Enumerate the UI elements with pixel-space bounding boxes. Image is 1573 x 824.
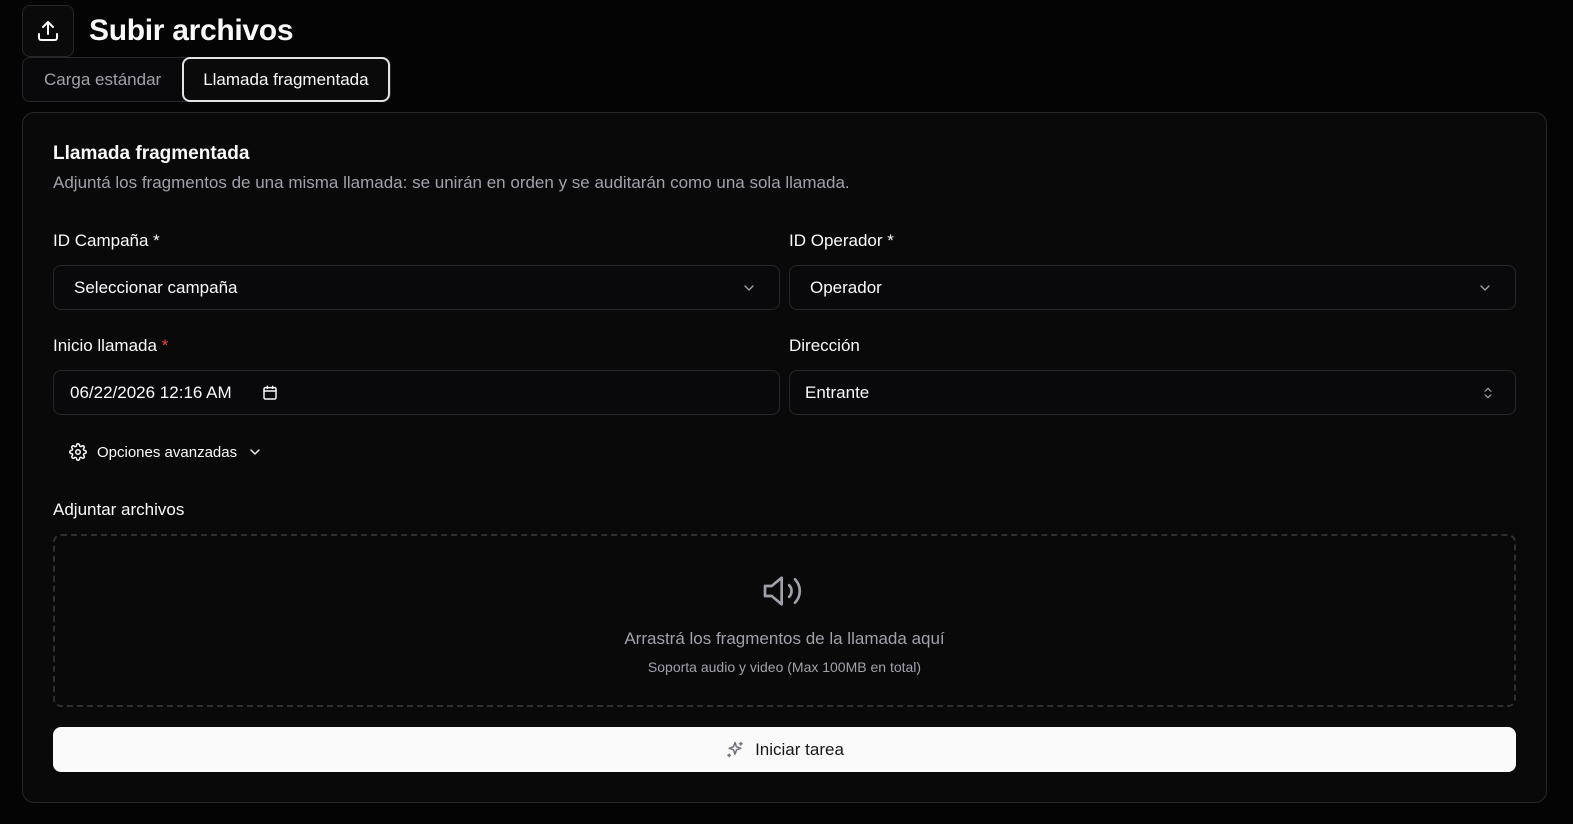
operator-label: ID Operador * — [789, 231, 894, 250]
chevron-down-icon — [1477, 280, 1493, 296]
sparkles-icon — [725, 740, 745, 760]
campaign-select[interactable]: Seleccionar campaña — [53, 265, 780, 310]
gear-icon — [69, 443, 87, 461]
speaker-icon — [760, 570, 810, 617]
start-label-text: Inicio llamada — [53, 336, 157, 355]
tab-standard-upload[interactable]: Carga estándar — [23, 57, 182, 102]
direction-label: Dirección — [789, 336, 860, 355]
fragmented-call-card: Llamada fragmentada Adjuntá los fragment… — [22, 112, 1547, 803]
page-title: Subir archivos — [89, 14, 294, 47]
start-label: Inicio llamada * — [53, 336, 168, 356]
campaign-select-value: Seleccionar campaña — [74, 277, 238, 297]
page-header: Subir archivos — [22, 5, 294, 57]
card-description: Adjuntá los fragmentos de una misma llam… — [53, 173, 850, 192]
attach-label: Adjuntar archivos — [53, 500, 185, 519]
card-title: Llamada fragmentada — [53, 143, 250, 164]
advanced-options-label: Opciones avanzadas — [97, 443, 238, 461]
campaign-label: ID Campaña * — [53, 231, 160, 250]
start-datetime-value: 06/22/2026 12:16 AM — [70, 382, 232, 402]
advanced-options-toggle[interactable]: Opciones avanzadas — [69, 443, 263, 461]
operator-select[interactable]: Operador — [789, 265, 1516, 310]
chevron-down-icon — [741, 280, 757, 296]
direction-select-value: Entrante — [805, 382, 870, 402]
dropzone-sub-text: Soporta audio y video (Max 100MB en tota… — [647, 659, 922, 675]
start-task-button[interactable]: Iniciar tarea — [53, 727, 1516, 772]
start-datetime-input[interactable]: 06/22/2026 12:16 AM — [53, 370, 780, 415]
chevrons-up-down-icon — [1481, 385, 1495, 401]
upload-icon — [22, 5, 74, 57]
calendar-icon[interactable] — [262, 385, 278, 401]
tab-fragmented-call[interactable]: Llamada fragmentada — [182, 57, 390, 102]
direction-select[interactable]: Entrante — [789, 370, 1516, 415]
dropzone-main-text: Arrastrá los fragmentos de la llamada aq… — [624, 629, 945, 648]
required-mark: * — [161, 336, 169, 355]
chevron-down-icon — [247, 444, 263, 460]
upload-mode-tabs: Carga estándar Llamada fragmentada — [22, 57, 391, 102]
file-dropzone[interactable]: Arrastrá los fragmentos de la llamada aq… — [53, 534, 1516, 707]
operator-select-value: Operador — [810, 277, 882, 297]
start-task-label: Iniciar tarea — [755, 739, 844, 759]
